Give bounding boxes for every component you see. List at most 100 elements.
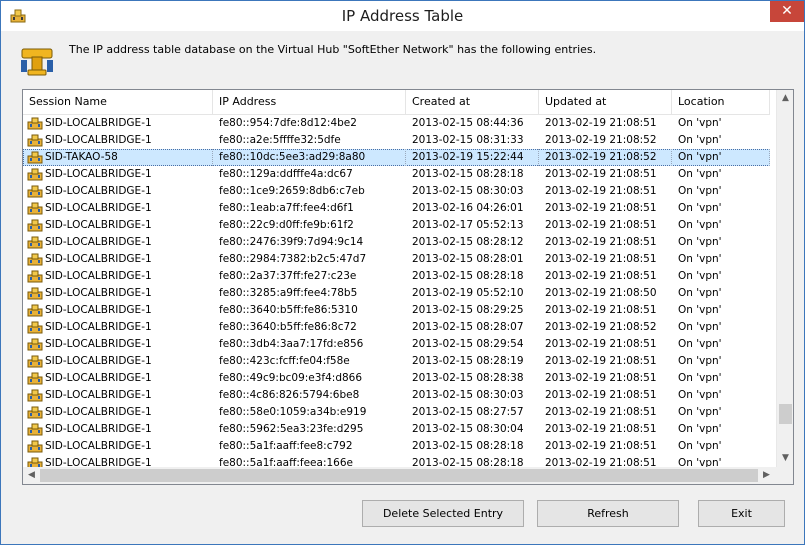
table-row[interactable]: SID-LOCALBRIDGE-1 fe80::58e0:1059:a34b:e9… — [23, 404, 770, 421]
cell-session-name: SID-LOCALBRIDGE-1 — [45, 219, 152, 231]
network-pipe-icon — [21, 48, 53, 76]
cell-created-at: 2013-02-17 05:52:13 — [412, 219, 524, 231]
table-row[interactable]: SID-TAKAO-58 fe80::10dc:5ee3:ad29:8a80 201… — [23, 149, 770, 166]
title-bar[interactable]: IP Address Table ✕ — [1, 1, 804, 31]
cell-updated-at: 2013-02-19 21:08:51 — [545, 185, 657, 197]
cell-updated-at: 2013-02-19 21:08:51 — [545, 219, 657, 231]
cell-updated-at: 2013-02-19 21:08:51 — [545, 270, 657, 282]
cell-session-name: SID-LOCALBRIDGE-1 — [45, 117, 152, 129]
session-icon — [27, 202, 43, 215]
close-button[interactable]: ✕ — [770, 1, 804, 22]
cell-session-name: SID-LOCALBRIDGE-1 — [45, 321, 152, 333]
table-row[interactable]: SID-LOCALBRIDGE-1 fe80::49c9:bc09:e3f4:d8… — [23, 370, 770, 387]
horizontal-scroll-thumb[interactable] — [40, 469, 758, 482]
table-row[interactable]: SID-LOCALBRIDGE-1 fe80::3285:a9ff:fee4:78… — [23, 285, 770, 302]
cell-updated-at: 2013-02-19 21:08:52 — [539, 149, 672, 166]
column-header-updated-at[interactable]: Updated at — [539, 90, 672, 115]
table-row[interactable]: SID-LOCALBRIDGE-1 fe80::2984:7382:b2c5:47… — [23, 251, 770, 268]
cell-ip-address: fe80::58e0:1059:a34b:e919 — [219, 406, 367, 418]
cell-created-at: 2013-02-15 08:28:07 — [412, 321, 524, 333]
column-header-created-at[interactable]: Created at — [406, 90, 539, 115]
table-row[interactable]: SID-LOCALBRIDGE-1 fe80::4c86:826:5794:6be… — [23, 387, 770, 404]
cell-session-name: SID-LOCALBRIDGE-1 — [45, 185, 152, 197]
cell-ip-address: fe80::3285:a9ff:fee4:78b5 — [219, 287, 358, 299]
table-row[interactable]: SID-LOCALBRIDGE-1 fe80::954:7dfe:8d12:4be… — [23, 115, 770, 132]
cell-created-at: 2013-02-15 08:29:54 — [412, 338, 524, 350]
cell-session-name: SID-LOCALBRIDGE-1 — [45, 304, 152, 316]
session-icon — [27, 440, 43, 453]
cell-updated-at: 2013-02-19 21:08:51 — [545, 202, 657, 214]
cell-created-at: 2013-02-15 08:30:04 — [412, 423, 524, 435]
cell-updated-at: 2013-02-19 21:08:52 — [545, 321, 657, 333]
session-icon — [27, 423, 43, 436]
session-icon — [27, 355, 43, 368]
table-row[interactable]: SID-LOCALBRIDGE-1 fe80::22c9:d0ff:fe9b:61… — [23, 217, 770, 234]
table-row[interactable]: SID-LOCALBRIDGE-1 fe80::1ce9:2659:8db6:c7… — [23, 183, 770, 200]
table-row[interactable]: SID-LOCALBRIDGE-1 fe80::2476:39f9:7d94:9c… — [23, 234, 770, 251]
exit-button[interactable]: Exit — [698, 500, 785, 527]
cell-location: On 'vpn' — [678, 440, 722, 452]
cell-updated-at: 2013-02-19 21:08:51 — [545, 253, 657, 265]
vertical-scrollbar[interactable]: ▲ ▼ — [776, 90, 793, 467]
session-icon — [27, 338, 43, 351]
table-row[interactable]: SID-LOCALBRIDGE-1 fe80::1eab:a7ff:fee4:d6… — [23, 200, 770, 217]
cell-session-name: SID-LOCALBRIDGE-1 — [45, 389, 152, 401]
cell-location: On 'vpn' — [678, 185, 722, 197]
vertical-scroll-thumb[interactable] — [779, 404, 792, 424]
cell-ip-address: fe80::954:7dfe:8d12:4be2 — [219, 117, 357, 129]
table-row[interactable]: SID-LOCALBRIDGE-1 fe80::a2e:5ffffe32:5dfe… — [23, 132, 770, 149]
cell-session-name: SID-LOCALBRIDGE-1 — [45, 202, 152, 214]
column-header-session-name[interactable]: Session Name — [23, 90, 213, 115]
table-row[interactable]: SID-LOCALBRIDGE-1 fe80::3db4:3aa7:17fd:e8… — [23, 336, 770, 353]
ip-address-table-window: IP Address Table ✕ The IP address table … — [0, 0, 805, 545]
table-row[interactable]: SID-LOCALBRIDGE-1 fe80::129a:ddfffe4a:dc6… — [23, 166, 770, 183]
cell-updated-at: 2013-02-19 21:08:51 — [545, 338, 657, 350]
cell-location: On 'vpn' — [678, 457, 722, 467]
session-icon — [27, 372, 43, 385]
cell-location: On 'vpn' — [672, 149, 770, 166]
ip-table[interactable]: Session Name IP Address Created at Updat… — [22, 89, 794, 485]
session-icon — [27, 304, 43, 317]
cell-session-name: SID-LOCALBRIDGE-1 — [45, 406, 152, 418]
scroll-right-icon[interactable]: ▶ — [758, 467, 775, 484]
cell-session-name: SID-LOCALBRIDGE-1 — [45, 168, 152, 180]
table-row[interactable]: SID-LOCALBRIDGE-1 fe80::3640:b5ff:fe86:53… — [23, 302, 770, 319]
cell-created-at: 2013-02-15 08:30:03 — [412, 185, 524, 197]
cell-created-at: 2013-02-15 08:28:38 — [412, 372, 524, 384]
horizontal-scrollbar[interactable]: ◀ ▶ — [23, 467, 776, 484]
scroll-up-icon[interactable]: ▲ — [777, 90, 793, 107]
cell-ip-address: fe80::129a:ddfffe4a:dc67 — [219, 168, 353, 180]
table-row[interactable]: SID-LOCALBRIDGE-1 fe80::5a1f:aaff:feea:16… — [23, 455, 770, 467]
cell-created-at: 2013-02-15 08:27:57 — [412, 406, 524, 418]
cell-ip-address: fe80::3640:b5ff:fe86:5310 — [219, 304, 358, 316]
cell-session-name: SID-LOCALBRIDGE-1 — [45, 372, 152, 384]
cell-created-at: 2013-02-15 08:28:18 — [412, 440, 524, 452]
column-header-location[interactable]: Location — [672, 90, 770, 115]
table-row[interactable]: SID-LOCALBRIDGE-1 fe80::3640:b5ff:fe86:8c… — [23, 319, 770, 336]
cell-updated-at: 2013-02-19 21:08:50 — [545, 287, 657, 299]
cell-session-name: SID-LOCALBRIDGE-1 — [45, 423, 152, 435]
description-text: The IP address table database on the Vir… — [69, 43, 597, 56]
scroll-down-icon[interactable]: ▼ — [777, 450, 793, 467]
cell-created-at: 2013-02-16 04:26:01 — [412, 202, 524, 214]
table-row[interactable]: SID-LOCALBRIDGE-1 fe80::5a1f:aaff:fee8:c7… — [23, 438, 770, 455]
cell-session-name: SID-LOCALBRIDGE-1 — [45, 338, 152, 350]
cell-ip-address: fe80::1ce9:2659:8db6:c7eb — [219, 185, 365, 197]
cell-ip-address: fe80::1eab:a7ff:fee4:d6f1 — [219, 202, 354, 214]
cell-created-at: 2013-02-15 08:28:19 — [412, 355, 524, 367]
scroll-left-icon[interactable]: ◀ — [23, 467, 40, 484]
session-icon — [27, 185, 43, 198]
column-header-ip-address[interactable]: IP Address — [213, 90, 406, 115]
window-title: IP Address Table — [341, 7, 464, 25]
cell-updated-at: 2013-02-19 21:08:51 — [545, 440, 657, 452]
cell-ip-address: fe80::5962:5ea3:23fe:d295 — [219, 423, 364, 435]
cell-updated-at: 2013-02-19 21:08:51 — [545, 406, 657, 418]
cell-ip-address: fe80::3640:b5ff:fe86:8c72 — [219, 321, 357, 333]
cell-session-name: SID-LOCALBRIDGE-1 — [45, 457, 152, 467]
delete-selected-entry-button[interactable]: Delete Selected Entry — [362, 500, 524, 527]
refresh-button[interactable]: Refresh — [537, 500, 679, 527]
table-row[interactable]: SID-LOCALBRIDGE-1 fe80::2a37:37ff:fe27:c2… — [23, 268, 770, 285]
cell-updated-at: 2013-02-19 21:08:52 — [545, 134, 657, 146]
table-row[interactable]: SID-LOCALBRIDGE-1 fe80::5962:5ea3:23fe:d2… — [23, 421, 770, 438]
table-row[interactable]: SID-LOCALBRIDGE-1 fe80::423c:fcff:fe04:f5… — [23, 353, 770, 370]
